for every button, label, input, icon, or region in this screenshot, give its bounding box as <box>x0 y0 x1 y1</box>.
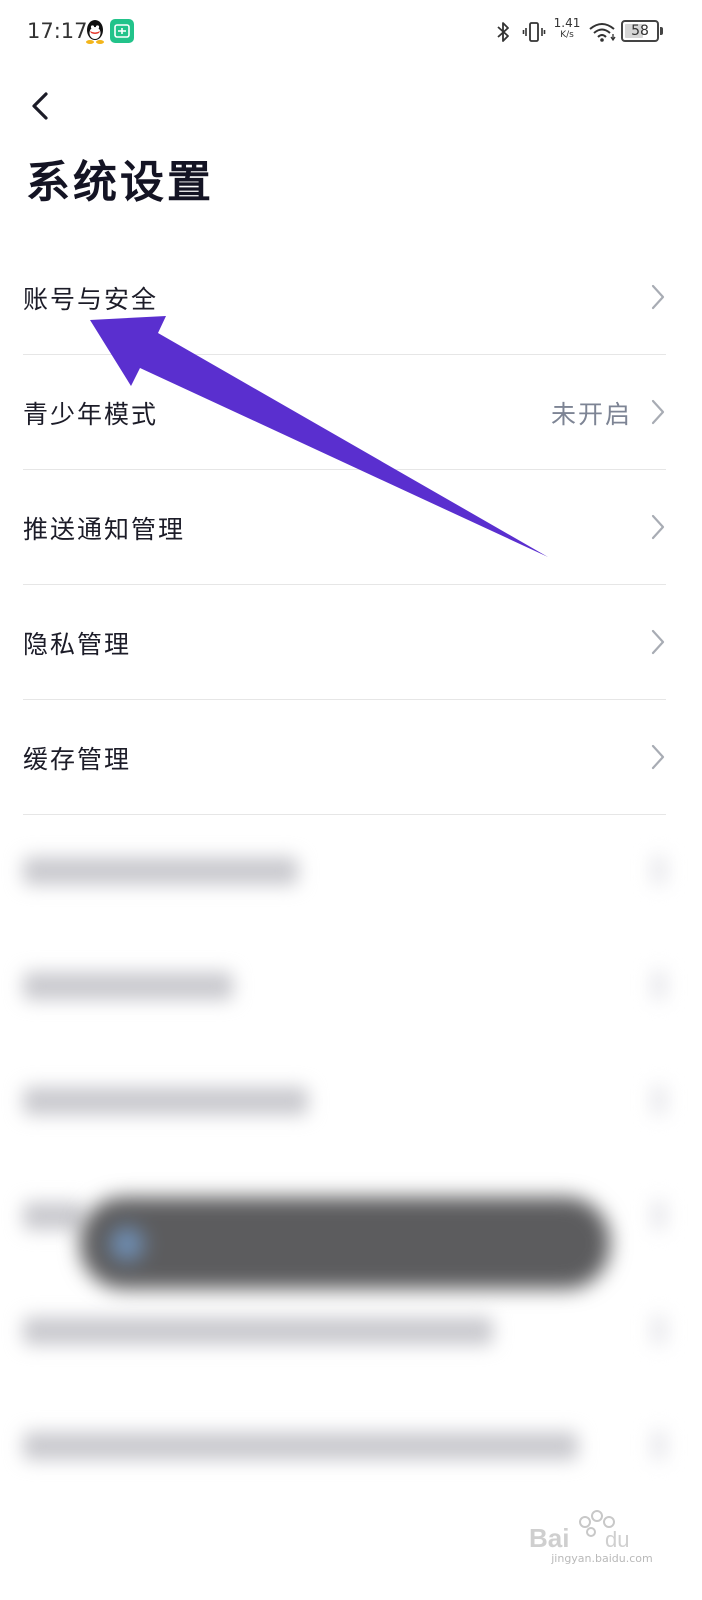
setting-youth-mode[interactable]: 青少年模式 未开启 <box>23 355 666 470</box>
blurred-row <box>23 1275 666 1390</box>
setting-label: 账号与安全 <box>23 285 159 314</box>
setting-label: 缓存管理 <box>23 745 132 774</box>
setting-value: 未开启 <box>550 400 632 429</box>
setting-privacy[interactable]: 隐私管理 <box>23 585 666 700</box>
app-badge-icon <box>110 19 134 43</box>
chevron-right-icon <box>651 284 665 310</box>
chevron-right-icon <box>651 399 665 425</box>
battery-icon: 58 <box>621 20 659 42</box>
setting-label: 青少年模式 <box>23 400 159 429</box>
blurred-row <box>23 1045 666 1160</box>
svg-text:Bai: Bai <box>529 1523 569 1553</box>
vibrate-icon <box>522 22 546 42</box>
status-bar: 17:17 1.41 K/s 58 <box>0 0 702 64</box>
status-time: 17:17 <box>27 19 88 43</box>
net-speed-value: 1.41 <box>553 16 581 30</box>
setting-label: 推送通知管理 <box>23 515 186 544</box>
blurred-row <box>23 1390 666 1505</box>
svg-text:du: du <box>605 1527 629 1552</box>
wifi-icon <box>589 23 616 42</box>
net-speed-unit: K/s <box>560 30 574 40</box>
watermark-logo: Bai du <box>529 1510 629 1553</box>
net-speed: 1.41 K/s <box>553 17 581 41</box>
page-title: 系统设置 <box>26 157 214 208</box>
bluetooth-icon <box>497 22 509 42</box>
battery-level: 58 <box>631 23 649 39</box>
setting-label: 隐私管理 <box>23 630 132 659</box>
setting-account-security[interactable]: 账号与安全 <box>23 240 666 355</box>
chevron-right-icon <box>651 744 665 770</box>
setting-cache[interactable]: 缓存管理 <box>23 700 666 815</box>
toast-icon <box>110 1227 144 1261</box>
back-button[interactable] <box>24 86 60 126</box>
blurred-toast <box>80 1197 610 1289</box>
qq-icon <box>86 20 104 44</box>
settings-list: 账号与安全 青少年模式 未开启 推送通知管理 隐私管理 缓存管理 <box>0 240 702 815</box>
setting-push-notifications[interactable]: 推送通知管理 <box>23 470 666 585</box>
battery-cap <box>660 27 663 35</box>
blurred-row <box>23 930 666 1045</box>
chevron-right-icon <box>651 514 665 540</box>
watermark-text: jingyan.baidu.com <box>551 1552 653 1565</box>
chevron-right-icon <box>651 629 665 655</box>
blurred-row <box>23 815 666 930</box>
